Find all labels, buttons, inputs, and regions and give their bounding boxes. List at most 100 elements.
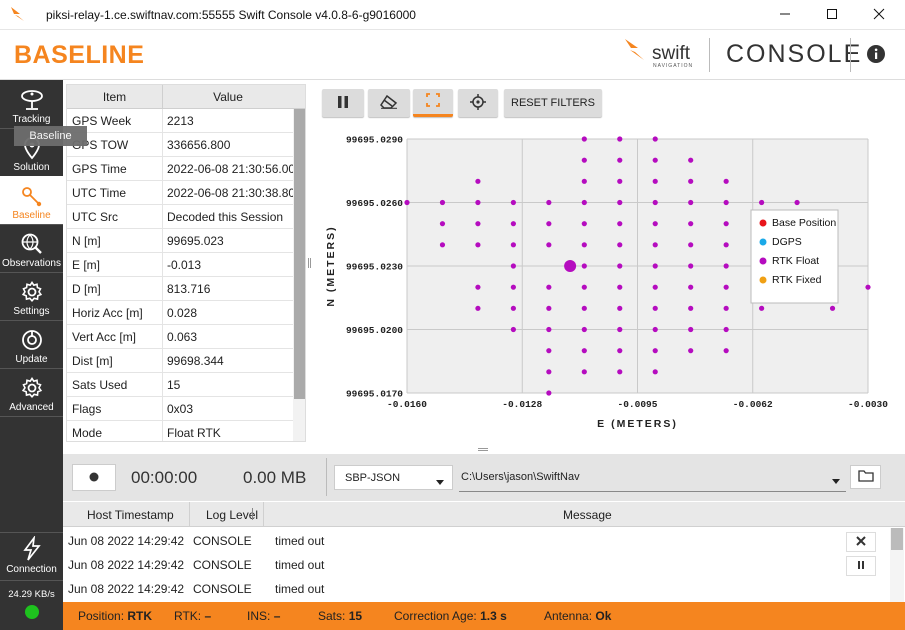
baseline-plot[interactable]: -0.0160 -0.0128 -0.0095 -0.0062 -0.0030 99695…: [318, 126, 903, 438]
row-value: 813.716: [167, 282, 211, 296]
data-point: [723, 326, 729, 333]
log-row[interactable]: Jun 08 2022 14:29:42 CONSOLE timed out: [63, 528, 863, 552]
data-point: [617, 326, 623, 333]
table-row[interactable]: Horiz Acc [m] 0.028: [67, 301, 293, 325]
maximize-icon: [826, 8, 838, 23]
log-format-select[interactable]: SBP-JSON: [334, 465, 453, 490]
reset-filters-button[interactable]: RESET FILTERS: [504, 89, 602, 117]
chevron-down-icon: [832, 475, 840, 487]
data-point: [688, 263, 694, 269]
table-row[interactable]: E [m] -0.013: [67, 253, 293, 277]
eraser-icon: [380, 94, 398, 112]
sidebar-item-settings[interactable]: Settings: [0, 272, 63, 320]
data-point: [617, 263, 623, 269]
scrollbar-thumb[interactable]: [294, 109, 305, 399]
sidebar-tooltip: Baseline: [14, 126, 87, 146]
close-icon: [873, 8, 885, 23]
scrollbar-thumb[interactable]: [891, 528, 903, 550]
browse-folder-button[interactable]: [850, 465, 881, 489]
clear-button[interactable]: [368, 89, 410, 117]
pause-log-button[interactable]: [846, 556, 876, 576]
data-point: [581, 242, 587, 248]
sidebar-item-label: Baseline: [12, 210, 51, 221]
legend-label: Base Position: [772, 217, 836, 229]
chart-legend: Base Position DGPS RTK Float RTK Fixed: [750, 209, 839, 304]
y-tick-label: 99695.0290: [346, 135, 403, 146]
clear-log-button[interactable]: [846, 532, 876, 552]
row-item: Dist [m]: [72, 354, 113, 368]
info-icon[interactable]: [866, 44, 886, 67]
row-item: Mode: [72, 426, 103, 440]
log-scrollbar[interactable]: [890, 528, 904, 602]
data-point: [581, 284, 587, 290]
lightning-icon: [20, 536, 44, 562]
panel-splitter-handle[interactable]: [308, 258, 311, 268]
data-point: [652, 178, 658, 184]
data-point: [546, 369, 552, 375]
table-row[interactable]: N [m] 99695.023: [67, 229, 293, 253]
log-message: timed out: [275, 534, 325, 548]
x-tick-label: -0.0128: [502, 399, 542, 410]
data-point: [723, 242, 729, 248]
legend-marker: [759, 219, 767, 227]
log-path-combobox[interactable]: C:\Users\jason\SwiftNav: [459, 465, 846, 492]
record-button[interactable]: [72, 464, 116, 491]
table-row[interactable]: GPS Time 2022-06-08 21:30:56.000: [67, 157, 302, 181]
column-header-item[interactable]: Item: [67, 85, 163, 109]
table-row[interactable]: D [m] 813.716: [67, 277, 293, 301]
center-button[interactable]: [458, 89, 498, 117]
app-header: BASELINE swift NAVIGATION CONSOLE: [0, 30, 905, 80]
data-point: [581, 326, 587, 333]
current-position-marker: [564, 260, 577, 272]
data-point: [652, 348, 658, 354]
panel-splitter-handle[interactable]: [478, 448, 488, 451]
table-row[interactable]: Flags 0x03: [67, 397, 293, 421]
close-button[interactable]: [856, 0, 901, 30]
globe-search-icon: [20, 232, 44, 256]
sidebar-item-tracking[interactable]: Tracking: [0, 80, 63, 128]
data-point: [723, 263, 729, 269]
sidebar-item-observations[interactable]: Observations: [0, 224, 63, 272]
table-row[interactable]: Mode Float RTK: [67, 421, 293, 441]
pause-button[interactable]: [322, 89, 364, 117]
table-row[interactable]: Dist [m] 99698.344: [67, 349, 293, 373]
log-path-value: C:\Users\jason\SwiftNav: [461, 471, 580, 483]
column-header-log-level[interactable]: Log Level: [206, 508, 258, 522]
column-header-value[interactable]: Value: [163, 85, 293, 109]
log-message: timed out: [275, 582, 325, 596]
data-point: [617, 221, 623, 227]
table-row[interactable]: UTC Time 2022-06-08 21:30:38.800: [67, 181, 302, 205]
sidebar-item-baseline[interactable]: Baseline: [0, 176, 63, 224]
logo-sub: NAVIGATION: [653, 63, 693, 69]
baseline-table: Item Value GPS Week 2213 GPS TOW 336656.800…: [66, 84, 306, 442]
update-icon: [20, 328, 44, 352]
column-header-message[interactable]: Message: [563, 508, 612, 522]
data-point: [688, 157, 694, 163]
table-row[interactable]: Sats Used 15: [67, 373, 293, 397]
x-tick-label: -0.0095: [618, 399, 658, 410]
table-row[interactable]: Vert Acc [m] 0.063: [67, 325, 293, 349]
data-point: [617, 348, 623, 354]
data-point: [510, 284, 516, 290]
connection-button[interactable]: Connection: [0, 532, 63, 578]
log-row[interactable]: Jun 08 2022 14:29:42 CONSOLE timed out: [63, 576, 863, 600]
column-header-timestamp[interactable]: Host Timestamp: [87, 508, 174, 522]
product-name: CONSOLE: [726, 40, 863, 68]
maximize-button[interactable]: [809, 0, 854, 30]
sidebar-item-update[interactable]: Update: [0, 320, 63, 368]
data-point: [510, 221, 516, 227]
table-row[interactable]: GPS TOW 336656.800: [67, 133, 293, 157]
table-scrollbar[interactable]: [293, 109, 305, 441]
minimize-button[interactable]: [762, 0, 807, 30]
zoom-fit-button[interactable]: [413, 89, 453, 117]
log-row[interactable]: Jun 08 2022 14:29:42 CONSOLE timed out: [63, 552, 863, 576]
sidebar-item-advanced[interactable]: Advanced: [0, 368, 63, 416]
data-point: [546, 284, 552, 290]
table-row[interactable]: UTC Src Decoded this Session: [67, 205, 293, 229]
status-rtk: RTK: –: [174, 609, 212, 623]
data-point: [439, 242, 446, 248]
table-row[interactable]: GPS Week 2213: [67, 109, 293, 133]
data-point: [581, 157, 587, 163]
recording-bar: 00:00:00 0.00 MB SBP-JSON C:\Users\jason…: [63, 454, 905, 501]
data-point: [865, 284, 871, 290]
